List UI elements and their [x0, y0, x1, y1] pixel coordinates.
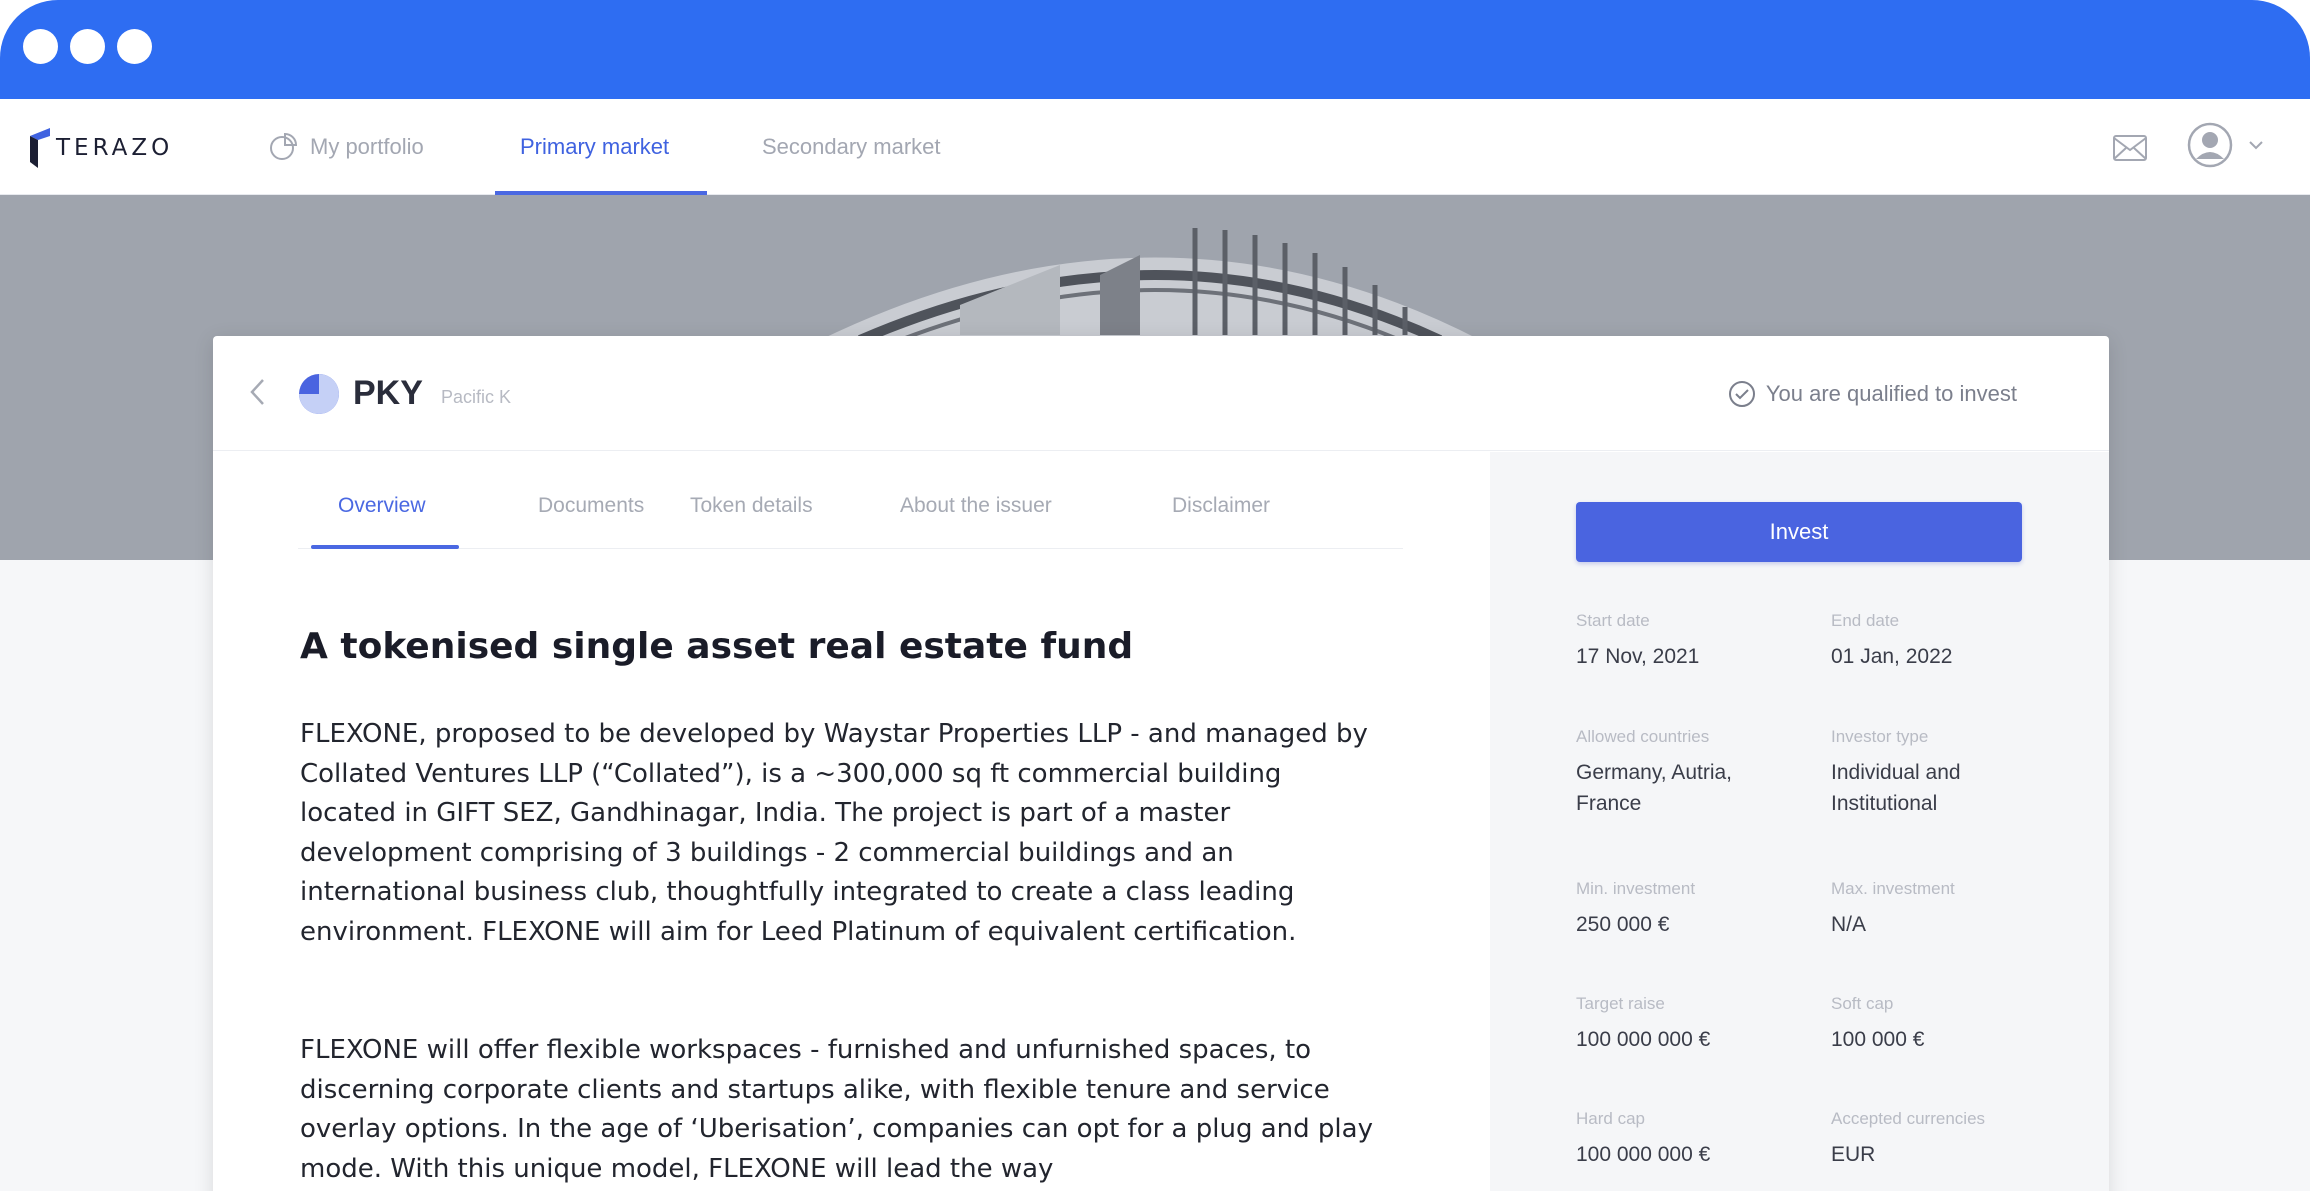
- qualification-status: You are qualified to invest: [1728, 380, 2017, 408]
- target-raise-field: Target raise 100 000 000 €: [1576, 993, 1796, 1055]
- window-dot-icon: [23, 29, 58, 64]
- chevron-down-icon[interactable]: [2248, 139, 2264, 151]
- tab-overview[interactable]: Overview: [338, 484, 426, 546]
- field-value: 17 Nov, 2021: [1576, 645, 1700, 668]
- tab-about-issuer[interactable]: About the issuer: [900, 484, 1052, 546]
- end-date-field: End date 01 Jan, 2022: [1831, 610, 2051, 672]
- investment-summary-panel: Invest Start date 17 Nov, 2021 End date …: [1490, 452, 2109, 1191]
- investor-type-field: Investor type Individual and Institution…: [1831, 726, 2051, 819]
- field-value: 100 000 €: [1831, 1028, 1925, 1051]
- token-logo-icon: [299, 374, 339, 414]
- field-label: Target raise: [1576, 994, 1665, 1013]
- offering-tabs: Overview Documents Token details About t…: [298, 484, 1403, 549]
- nav-secondary-market[interactable]: Secondary market: [762, 99, 941, 195]
- overview-title: A tokenised single asset real estate fun…: [300, 626, 1134, 667]
- field-label: Allowed countries: [1576, 727, 1710, 746]
- accepted-currencies-field: Accepted currencies EUR: [1831, 1108, 2051, 1170]
- start-date-field: Start date 17 Nov, 2021: [1576, 610, 1796, 672]
- field-value: 100 000 000 €: [1576, 1028, 1711, 1051]
- overview-paragraph: FLEXONE, proposed to be developed by Way…: [300, 719, 1368, 947]
- allowed-countries-field: Allowed countries Germany, Autria, Franc…: [1576, 726, 1796, 819]
- soft-cap-field: Soft cap 100 000 €: [1831, 993, 2051, 1055]
- hard-cap-field: Hard cap 100 000 000 €: [1576, 1108, 1796, 1170]
- tab-documents[interactable]: Documents: [538, 484, 644, 546]
- mail-icon[interactable]: [2112, 134, 2148, 162]
- tab-documents-label: Documents: [538, 494, 645, 517]
- tab-token-details-label: Token details: [690, 494, 813, 517]
- invest-button[interactable]: Invest: [1576, 502, 2022, 562]
- field-value: Individual and Institutional: [1831, 761, 1961, 815]
- logo-mark-icon: [30, 128, 50, 168]
- nav-primary-market-label: Primary market: [520, 134, 670, 159]
- field-label: Min. investment: [1576, 879, 1696, 898]
- tab-disclaimer[interactable]: Disclaimer: [1172, 484, 1270, 546]
- window-title-bar: [0, 0, 2310, 99]
- field-label: Accepted currencies: [1831, 1109, 1986, 1128]
- max-investment-field: Max. investment N/A: [1831, 878, 2051, 940]
- field-label: Hard cap: [1576, 1109, 1645, 1128]
- token-ticker: PKY: [353, 374, 423, 412]
- window-dot-icon: [117, 29, 152, 64]
- field-label: End date: [1831, 611, 1900, 630]
- nav-primary-market[interactable]: Primary market: [520, 99, 669, 195]
- field-value: 01 Jan, 2022: [1831, 645, 1953, 668]
- min-investment-field: Min. investment 250 000 €: [1576, 878, 1796, 940]
- terazo-logo[interactable]: TERAZO: [28, 126, 173, 170]
- field-value: EUR: [1831, 1143, 1876, 1166]
- issuer-name: Pacific K: [441, 387, 512, 407]
- qualification-text: You are qualified to invest: [1765, 381, 2017, 406]
- nav-my-portfolio[interactable]: My portfolio: [268, 99, 424, 195]
- field-value: 100 000 000 €: [1576, 1143, 1711, 1166]
- user-icon[interactable]: [2186, 121, 2234, 169]
- nav-secondary-market-label: Secondary market: [762, 134, 941, 159]
- back-arrow-icon[interactable]: [243, 374, 273, 410]
- brand-name: TERAZO: [56, 135, 174, 161]
- window-dot-icon: [70, 29, 105, 64]
- tab-disclaimer-label: Disclaimer: [1172, 494, 1271, 517]
- field-label: Start date: [1576, 611, 1650, 630]
- pie-chart-icon: [270, 132, 298, 160]
- tab-active-indicator: [311, 545, 459, 549]
- field-label: Soft cap: [1831, 994, 1894, 1013]
- top-navbar: TERAZO My portfolio Primary market Secon…: [0, 99, 2310, 195]
- offering-header: PKY Pacific K You are qualified to inves…: [213, 336, 2109, 451]
- check-circle-icon: [1728, 381, 1755, 407]
- field-value: Germany, Autria, France: [1576, 761, 1733, 815]
- tab-overview-label: Overview: [338, 494, 426, 517]
- tab-about-issuer-label: About the issuer: [900, 494, 1052, 517]
- field-label: Investor type: [1831, 727, 1929, 746]
- browser-window: TERAZO My portfolio Primary market Secon…: [0, 0, 2310, 1191]
- field-value: 250 000 €: [1576, 913, 1670, 936]
- offering-card: PKY Pacific K You are qualified to inves…: [213, 336, 2109, 1191]
- field-value: N/A: [1831, 913, 1867, 936]
- overview-paragraph: FLEXONE will offer flexible workspaces -…: [300, 1035, 1373, 1184]
- nav-my-portfolio-label: My portfolio: [310, 134, 424, 159]
- field-label: Max. investment: [1831, 879, 1955, 898]
- tab-token-details[interactable]: Token details: [690, 484, 813, 546]
